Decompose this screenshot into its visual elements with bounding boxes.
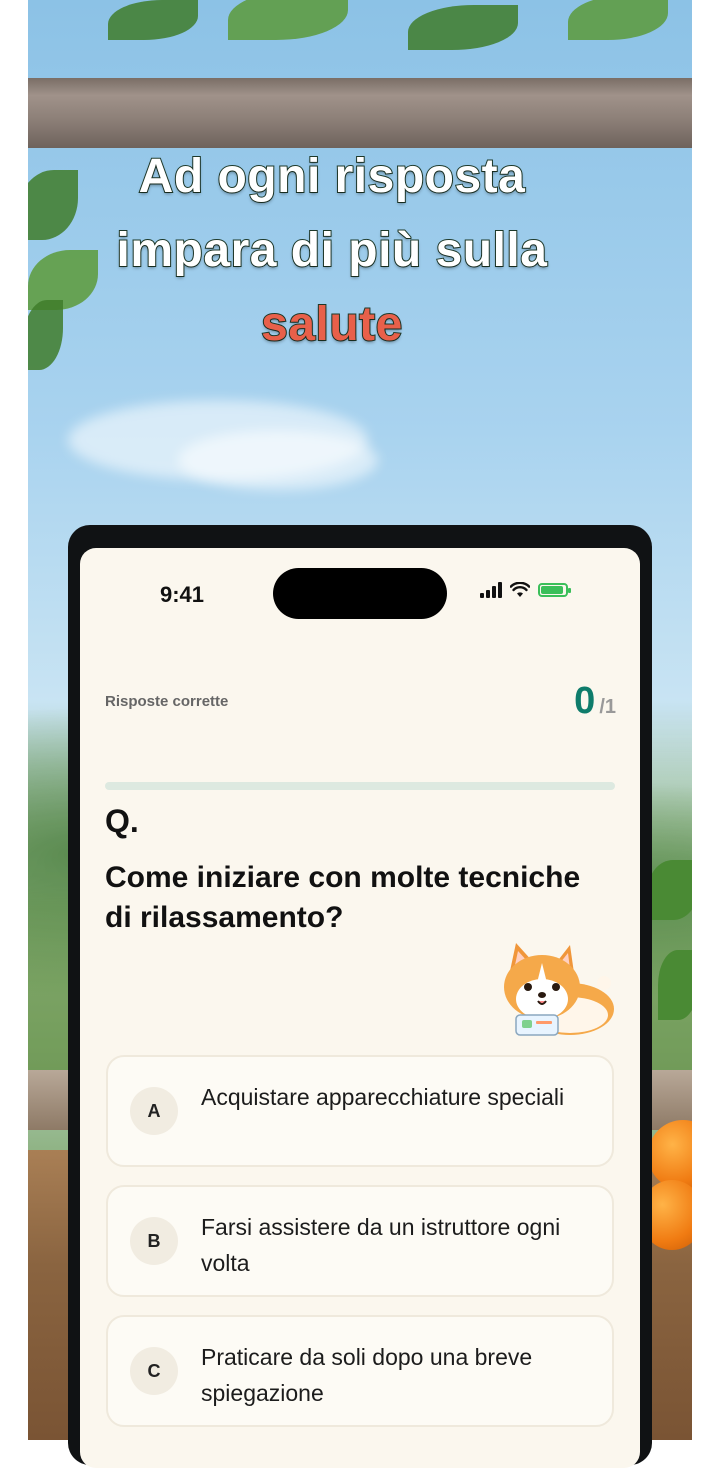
headline-line: Ad ogni risposta <box>138 149 526 204</box>
phone-mockup: 9:41 Risposte corrette 0 /1 Q. Come iniz… <box>68 525 652 1468</box>
question-text: Come iniziare con molte tecniche di rila… <box>105 861 581 934</box>
score-value: 0 <box>574 680 596 722</box>
leaf-decoration <box>108 0 198 40</box>
answer-option-a[interactable]: A Acquistare apparecchiature speciali <box>106 1055 614 1167</box>
score-total: /1 <box>599 696 616 718</box>
option-letter-badge: B <box>130 1217 178 1265</box>
plant-decoration <box>658 950 692 1020</box>
option-text: Farsi assistere da un istruttore ogni vo… <box>201 1214 561 1276</box>
score-counter: 0 /1 <box>574 680 616 723</box>
promo-headline: Ad ogni risposta impara di più sulla sal… <box>0 140 664 362</box>
wifi-icon <box>510 582 530 597</box>
cloud-decoration <box>178 430 378 490</box>
progress-bar <box>105 782 615 790</box>
answer-option-b[interactable]: B Farsi assistere da un istruttore ogni … <box>106 1185 614 1297</box>
leaf-decoration <box>568 0 668 40</box>
answer-option-c[interactable]: C Praticare da soli dopo una breve spieg… <box>106 1315 614 1427</box>
phone-screen: 9:41 Risposte corrette 0 /1 Q. Come iniz… <box>80 548 640 1468</box>
leaf-decoration <box>228 0 348 40</box>
headline-accent-word: salute <box>260 297 403 352</box>
score-label: Risposte corrette <box>105 693 229 710</box>
option-letter-badge: A <box>130 1087 178 1135</box>
option-text: Acquistare apparecchiature speciali <box>201 1084 565 1110</box>
option-text: Praticare da soli dopo una breve spiegaz… <box>201 1344 533 1406</box>
status-icons <box>480 582 571 598</box>
plant-decoration <box>648 860 692 920</box>
dynamic-island <box>273 568 447 619</box>
question-marker: Q. <box>105 803 139 839</box>
corgi-mascot-icon <box>504 943 614 1036</box>
battery-icon <box>538 583 571 597</box>
leaf-decoration <box>408 5 518 50</box>
headline-line: impara di più sulla <box>116 223 548 278</box>
signal-icon <box>480 582 502 598</box>
window-frame <box>28 78 692 148</box>
option-letter-badge: C <box>130 1347 178 1395</box>
status-time: 9:41 <box>160 582 205 607</box>
